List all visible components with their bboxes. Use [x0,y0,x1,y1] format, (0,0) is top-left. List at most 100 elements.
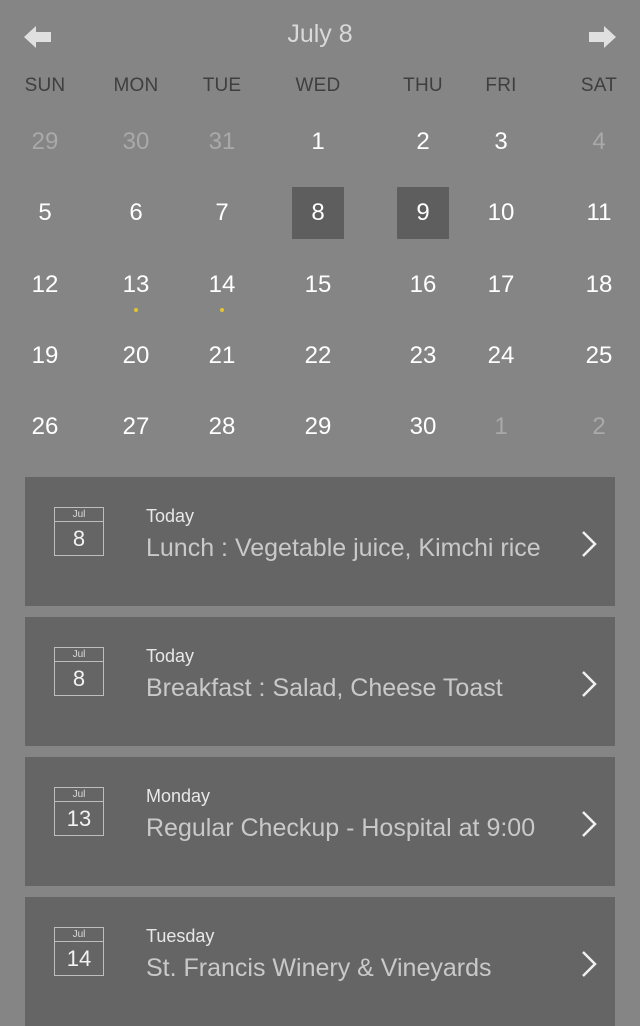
day-number: 20 [122,342,150,369]
weekday-tue: TUE [202,75,242,96]
day-number: 12 [31,271,59,298]
arrow-right-icon[interactable] [587,24,617,50]
day-number: 15 [304,271,332,298]
day-number: 22 [304,342,332,369]
day-cell[interactable]: 12 [19,259,71,311]
day-cell[interactable]: 24 [475,330,527,382]
day-cell[interactable]: 20 [110,330,162,382]
event-item[interactable]: Jul 13 Monday Regular Checkup - Hospital at… [25,757,615,886]
day-number: 17 [487,271,515,298]
day-cell[interactable]: 14 [196,259,248,312]
day-cell[interactable]: 29 [292,401,344,453]
calendar-icon-month: Jul [55,788,103,802]
day-number: 5 [38,199,52,226]
day-cell[interactable]: 19 [19,330,71,382]
event-item[interactable]: Jul 8 Today Lunch : Vegetable juice, Kimchi… [25,477,615,606]
day-number: 28 [208,413,236,440]
day-cell[interactable]: 30 [397,401,449,453]
day-number: 24 [487,342,515,369]
day-number: 10 [487,199,515,226]
day-cell[interactable]: 25 [573,330,625,382]
event-day-label: Monday [146,786,211,806]
chevron-right-icon [582,531,597,557]
day-cell[interactable]: 3 [475,116,527,168]
day-number: 11 [586,199,612,226]
day-number: 2 [416,128,430,155]
calendar-icon-month: Jul [55,508,103,522]
day-cell[interactable]: 4 [573,116,625,168]
event-item[interactable]: Jul 8 Today Breakfast : Salad, Cheese Toast [25,617,615,746]
day-cell[interactable]: 2 [573,401,625,453]
day-number: 31 [208,128,236,155]
day-cell[interactable]: 13 [110,259,162,312]
weekday-mon: MON [113,75,159,96]
day-number: 14 [208,271,236,298]
calendar-icon: Jul 14 [54,927,104,976]
weekday-sat: SAT [580,75,618,96]
day-number: 19 [31,342,59,369]
calendar-icon-day: 14 [66,946,92,971]
day-cell[interactable]: 18 [573,259,625,311]
day-number: 6 [129,199,143,226]
day-number: 1 [311,128,325,155]
day-cell[interactable]: 15 [292,259,344,311]
calendar-icon-day: 8 [72,526,86,551]
day-number: 3 [494,128,508,155]
day-number: 8 [311,199,325,226]
day-cell[interactable]: 8 [292,187,344,239]
calendar-icon-month: Jul [55,648,103,662]
day-cell[interactable]: 17 [475,259,527,311]
event-day-label: Today [146,646,195,666]
day-cell[interactable]: 7 [196,187,248,239]
event-dot [134,308,138,312]
day-cell[interactable]: 29 [19,116,71,168]
calendar-icon: Jul 8 [54,647,104,696]
day-number: 26 [31,413,59,440]
day-cell[interactable]: 28 [196,401,248,453]
calendar-icon: Jul 8 [54,507,104,556]
weekday-wed: WED [295,75,341,96]
chevron-right-icon [582,951,597,977]
day-number: 13 [122,271,150,298]
day-cell[interactable]: 2 [397,116,449,168]
day-cell[interactable]: 6 [110,187,162,239]
day-cell[interactable]: 1 [292,116,344,168]
day-number: 7 [215,199,229,226]
day-cell[interactable]: 23 [397,330,449,382]
event-dot [220,308,224,312]
day-cell[interactable]: 22 [292,330,344,382]
day-cell[interactable]: 26 [19,401,71,453]
day-cell[interactable]: 1 [475,401,527,453]
day-cell[interactable]: 16 [397,259,449,311]
day-number: 30 [409,413,437,440]
event-title: Breakfast : Salad, Cheese Toast [146,674,503,702]
day-number: 29 [31,128,59,155]
weekday-sun: SUN [24,75,66,96]
calendar-icon-month: Jul [55,928,103,942]
day-cell[interactable]: 31 [196,116,248,168]
calendar-icon-day: 8 [72,666,86,691]
day-number: 9 [416,199,430,226]
calendar-icon: Jul 13 [54,787,104,836]
event-title: St. Francis Winery & Vineyards [146,954,492,982]
weekday-thu: THU [403,75,443,96]
day-cell[interactable]: 5 [19,187,71,239]
event-item[interactable]: Jul 14 Tuesday St. Francis Winery & Vineyar… [25,897,615,1026]
day-cell[interactable]: 11 [573,187,625,239]
event-day-label: Tuesday [146,926,215,946]
event-day-label: Today [146,506,195,526]
day-cell[interactable]: 21 [196,330,248,382]
day-number: 16 [409,271,437,298]
month-title: July 8 [287,20,353,48]
weekday-fri: FRI [485,75,517,96]
day-number: 4 [592,128,606,155]
day-number: 30 [122,128,150,155]
chevron-right-icon [582,671,597,697]
day-number: 18 [585,271,613,298]
day-cell[interactable]: 27 [110,401,162,453]
day-cell[interactable]: 9 [397,187,449,239]
day-number: 27 [122,413,150,440]
day-number: 23 [409,342,437,369]
day-cell[interactable]: 30 [110,116,162,168]
day-cell[interactable]: 10 [475,187,527,239]
